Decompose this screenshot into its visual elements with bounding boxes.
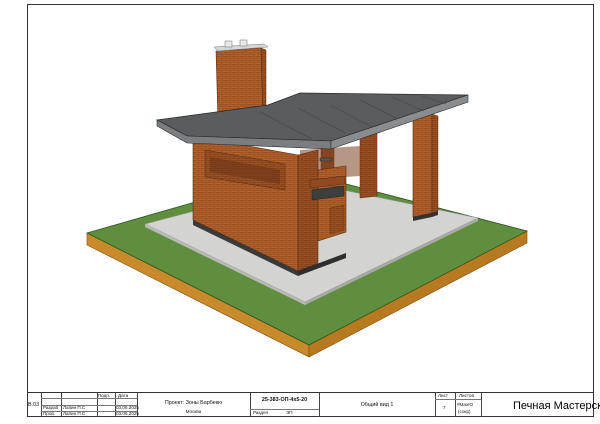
title-block: В.03 Подп. Дата Разраб Лапин П.С 03.06.2… — [27, 392, 600, 417]
company-name: Печная Мастерская — [513, 400, 600, 412]
section-label: Раздел — [253, 410, 269, 415]
sheet-number: 7 — [443, 405, 446, 410]
sheets-value-2: (сокр) — [458, 409, 471, 414]
section-value: ЭП — [286, 410, 293, 415]
sheets-value-1: #МаxIO — [457, 402, 474, 407]
project-city: Москва — [185, 409, 202, 414]
header-sign: Подп. — [98, 393, 111, 398]
sheet-title: Общий вид 1 — [360, 402, 394, 408]
doc-code-left: В.03 — [28, 402, 40, 408]
sheet-label: Лист — [438, 393, 448, 398]
project-name: Проект: Зоны Барбекю — [164, 400, 223, 406]
project-code: 25-383-ОП-4х5-20 — [261, 397, 308, 403]
sheets-label: Листов — [459, 393, 474, 398]
bbq-pavilion-3d-view — [85, 39, 529, 358]
header-date: Дата — [118, 393, 129, 398]
drawing-sheet: В.03 Подп. Дата Разраб Лапин П.С 03.06.2… — [0, 0, 600, 424]
checker-date: 03.06.2025 — [116, 411, 139, 416]
checker-name: Лапин П.С — [63, 411, 86, 416]
checker-role: Пров. — [43, 411, 56, 416]
